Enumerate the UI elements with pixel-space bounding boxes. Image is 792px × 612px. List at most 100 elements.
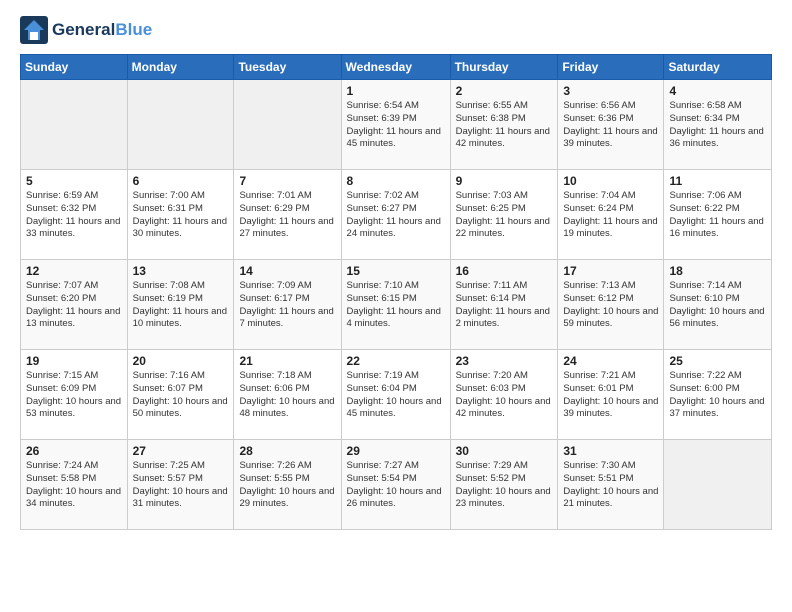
day-info: Sunrise: 7:26 AMSunset: 5:55 PMDaylight:…	[239, 460, 335, 511]
day-number: 5	[26, 174, 122, 188]
day-info: Sunrise: 7:08 AMSunset: 6:19 PMDaylight:…	[133, 280, 229, 331]
day-info: Sunrise: 7:04 AMSunset: 6:24 PMDaylight:…	[563, 190, 658, 241]
day-number: 3	[563, 84, 658, 98]
day-cell: 28 Sunrise: 7:26 AMSunset: 5:55 PMDayligh…	[234, 440, 341, 530]
day-number: 29	[347, 444, 445, 458]
day-number: 16	[456, 264, 553, 278]
day-cell: 30 Sunrise: 7:29 AMSunset: 5:52 PMDayligh…	[450, 440, 558, 530]
days-of-week-row: SundayMondayTuesdayWednesdayThursdayFrid…	[21, 55, 772, 80]
day-cell: 17 Sunrise: 7:13 AMSunset: 6:12 PMDayligh…	[558, 260, 664, 350]
day-cell: 3Sunrise: 6:56 AMSunset: 6:36 PMDaylight…	[558, 80, 664, 170]
day-cell: 12 Sunrise: 7:07 AMSunset: 6:20 PMDayligh…	[21, 260, 128, 350]
day-cell: 2 Sunrise: 6:55 AMSunset: 6:38 PMDaylight…	[450, 80, 558, 170]
day-cell: 18 Sunrise: 7:14 AMSunset: 6:10 PMDayligh…	[664, 260, 772, 350]
day-cell: 5 Sunrise: 6:59 AMSunset: 6:32 PMDaylight…	[21, 170, 128, 260]
day-info: Sunrise: 6:54 AMSunset: 6:39 PMDaylight:…	[347, 100, 445, 151]
day-number: 8	[347, 174, 445, 188]
day-info: Sunrise: 7:14 AMSunset: 6:10 PMDaylight:…	[669, 280, 766, 331]
day-number: 28	[239, 444, 335, 458]
day-info: Sunrise: 7:20 AMSunset: 6:03 PMDaylight:…	[456, 370, 553, 421]
day-number: 15	[347, 264, 445, 278]
day-cell: 10Sunrise: 7:04 AMSunset: 6:24 PMDayligh…	[558, 170, 664, 260]
day-cell	[127, 80, 234, 170]
calendar-body: 1 Sunrise: 6:54 AMSunset: 6:39 PMDaylight…	[21, 80, 772, 530]
day-cell: 29Sunrise: 7:27 AMSunset: 5:54 PMDayligh…	[341, 440, 450, 530]
logo-icon	[20, 16, 48, 44]
day-number: 17	[563, 264, 658, 278]
dow-header-friday: Friday	[558, 55, 664, 80]
day-number: 21	[239, 354, 335, 368]
day-number: 30	[456, 444, 553, 458]
week-row-2: 5 Sunrise: 6:59 AMSunset: 6:32 PMDaylight…	[21, 170, 772, 260]
day-info: Sunrise: 7:00 AMSunset: 6:31 PMDaylight:…	[133, 190, 229, 241]
day-info: Sunrise: 7:01 AMSunset: 6:29 PMDaylight:…	[239, 190, 335, 241]
day-number: 22	[347, 354, 445, 368]
day-info: Sunrise: 7:10 AMSunset: 6:15 PMDaylight:…	[347, 280, 445, 331]
dow-header-wednesday: Wednesday	[341, 55, 450, 80]
day-number: 24	[563, 354, 658, 368]
week-row-5: 26 Sunrise: 7:24 AMSunset: 5:58 PMDayligh…	[21, 440, 772, 530]
day-info: Sunrise: 7:30 AMSunset: 5:51 PMDaylight:…	[563, 460, 658, 511]
day-info: Sunrise: 7:18 AMSunset: 6:06 PMDaylight:…	[239, 370, 335, 421]
day-cell: 15 Sunrise: 7:10 AMSunset: 6:15 PMDayligh…	[341, 260, 450, 350]
day-info: Sunrise: 7:21 AMSunset: 6:01 PMDaylight:…	[563, 370, 658, 421]
day-info: Sunrise: 7:07 AMSunset: 6:20 PMDaylight:…	[26, 280, 122, 331]
day-cell: 1 Sunrise: 6:54 AMSunset: 6:39 PMDaylight…	[341, 80, 450, 170]
day-info: Sunrise: 7:24 AMSunset: 5:58 PMDaylight:…	[26, 460, 122, 511]
day-info: Sunrise: 7:25 AMSunset: 5:57 PMDaylight:…	[133, 460, 229, 511]
day-number: 12	[26, 264, 122, 278]
day-number: 9	[456, 174, 553, 188]
day-number: 7	[239, 174, 335, 188]
day-cell: 4Sunrise: 6:58 AMSunset: 6:34 PMDaylight…	[664, 80, 772, 170]
day-cell: 6Sunrise: 7:00 AMSunset: 6:31 PMDaylight…	[127, 170, 234, 260]
day-number: 27	[133, 444, 229, 458]
day-number: 18	[669, 264, 766, 278]
day-number: 19	[26, 354, 122, 368]
dow-header-monday: Monday	[127, 55, 234, 80]
calendar-page: GeneralBlue SundayMondayTuesdayWednesday…	[0, 0, 792, 546]
day-cell: 20 Sunrise: 7:16 AMSunset: 6:07 PMDayligh…	[127, 350, 234, 440]
dow-header-thursday: Thursday	[450, 55, 558, 80]
day-info: Sunrise: 7:15 AMSunset: 6:09 PMDaylight:…	[26, 370, 122, 421]
day-number: 13	[133, 264, 229, 278]
day-info: Sunrise: 7:03 AMSunset: 6:25 PMDaylight:…	[456, 190, 553, 241]
day-cell: 9 Sunrise: 7:03 AMSunset: 6:25 PMDaylight…	[450, 170, 558, 260]
day-info: Sunrise: 6:58 AMSunset: 6:34 PMDaylight:…	[669, 100, 766, 151]
calendar-table: SundayMondayTuesdayWednesdayThursdayFrid…	[20, 54, 772, 530]
day-number: 25	[669, 354, 766, 368]
day-info: Sunrise: 7:06 AMSunset: 6:22 PMDaylight:…	[669, 190, 766, 241]
day-number: 2	[456, 84, 553, 98]
day-number: 1	[347, 84, 445, 98]
day-number: 20	[133, 354, 229, 368]
day-cell: 16Sunrise: 7:11 AMSunset: 6:14 PMDayligh…	[450, 260, 558, 350]
day-number: 14	[239, 264, 335, 278]
day-cell	[21, 80, 128, 170]
day-info: Sunrise: 7:16 AMSunset: 6:07 PMDaylight:…	[133, 370, 229, 421]
day-number: 26	[26, 444, 122, 458]
day-number: 31	[563, 444, 658, 458]
day-number: 23	[456, 354, 553, 368]
day-cell: 31 Sunrise: 7:30 AMSunset: 5:51 PMDayligh…	[558, 440, 664, 530]
day-info: Sunrise: 6:59 AMSunset: 6:32 PMDaylight:…	[26, 190, 122, 241]
week-row-3: 12 Sunrise: 7:07 AMSunset: 6:20 PMDayligh…	[21, 260, 772, 350]
day-info: Sunrise: 7:02 AMSunset: 6:27 PMDaylight:…	[347, 190, 445, 241]
day-info: Sunrise: 6:55 AMSunset: 6:38 PMDaylight:…	[456, 100, 553, 151]
day-cell: 14 Sunrise: 7:09 AMSunset: 6:17 PMDayligh…	[234, 260, 341, 350]
dow-header-saturday: Saturday	[664, 55, 772, 80]
day-cell: 21 Sunrise: 7:18 AMSunset: 6:06 PMDayligh…	[234, 350, 341, 440]
day-cell: 19 Sunrise: 7:15 AMSunset: 6:09 PMDayligh…	[21, 350, 128, 440]
header: GeneralBlue	[20, 16, 772, 44]
day-cell: 24 Sunrise: 7:21 AMSunset: 6:01 PMDayligh…	[558, 350, 664, 440]
day-info: Sunrise: 7:13 AMSunset: 6:12 PMDaylight:…	[563, 280, 658, 331]
day-info: Sunrise: 7:19 AMSunset: 6:04 PMDaylight:…	[347, 370, 445, 421]
day-number: 11	[669, 174, 766, 188]
day-info: Sunrise: 7:22 AMSunset: 6:00 PMDaylight:…	[669, 370, 766, 421]
day-info: Sunrise: 7:29 AMSunset: 5:52 PMDaylight:…	[456, 460, 553, 511]
day-cell: 23 Sunrise: 7:20 AMSunset: 6:03 PMDayligh…	[450, 350, 558, 440]
day-cell: 26 Sunrise: 7:24 AMSunset: 5:58 PMDayligh…	[21, 440, 128, 530]
day-info: Sunrise: 7:09 AMSunset: 6:17 PMDaylight:…	[239, 280, 335, 331]
day-cell: 8 Sunrise: 7:02 AMSunset: 6:27 PMDaylight…	[341, 170, 450, 260]
dow-header-tuesday: Tuesday	[234, 55, 341, 80]
day-cell: 11 Sunrise: 7:06 AMSunset: 6:22 PMDayligh…	[664, 170, 772, 260]
week-row-1: 1 Sunrise: 6:54 AMSunset: 6:39 PMDaylight…	[21, 80, 772, 170]
